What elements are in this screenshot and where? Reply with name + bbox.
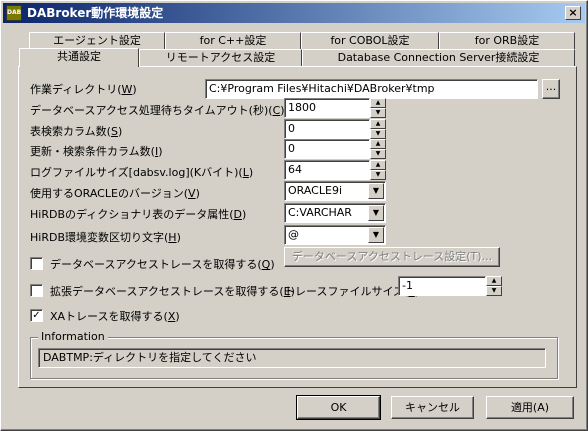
- app-icon: DAB: [6, 5, 22, 21]
- tab-cobol[interactable]: for COBOL設定: [301, 32, 439, 49]
- cancel-button[interactable]: キャンセル: [391, 396, 474, 419]
- trace-xa-label: XAトレースを取得する(X): [50, 310, 180, 323]
- spin-down-icon[interactable]: ▼: [370, 149, 386, 159]
- close-icon: ×: [568, 6, 578, 19]
- oracle-version-label: 使用するORACLEのバージョン(V): [30, 187, 200, 200]
- trace-xa-checkbox[interactable]: ✓: [30, 309, 43, 322]
- tab-common[interactable]: 共通設定: [19, 48, 139, 67]
- tab-remote-access[interactable]: リモートアクセス設定: [139, 49, 302, 66]
- tab-label: for ORB設定: [474, 34, 540, 47]
- tab-label: エージェント設定: [53, 34, 141, 47]
- table-cols-spinner[interactable]: ▲ ▼: [370, 119, 386, 139]
- apply-button[interactable]: 適用(A): [486, 396, 574, 419]
- check-icon: ✓: [32, 310, 41, 321]
- close-button[interactable]: ×: [565, 6, 581, 20]
- hirdb-attr-select[interactable]: C:VARCHAR ▼: [284, 203, 386, 223]
- logsize-label: ログファイルサイズ[dabsv.log](Kバイト)(L): [30, 166, 254, 179]
- logsize-spinner[interactable]: ▲ ▼: [370, 160, 386, 180]
- oracle-version-select[interactable]: ORACLE9i ▼: [284, 181, 386, 201]
- spin-up-icon[interactable]: ▲: [370, 98, 386, 108]
- hirdb-attr-label: HiRDBのディクショナリ表のデータ属性(D): [30, 208, 247, 221]
- select-value: ORACLE9i: [288, 184, 343, 197]
- trace-size-spinner[interactable]: ▲ ▼: [486, 276, 502, 296]
- workdir-input[interactable]: C:¥Program Files¥Hitachi¥DABroker¥tmp: [205, 79, 538, 99]
- spin-up-icon[interactable]: ▲: [370, 139, 386, 149]
- update-cols-input[interactable]: 0: [284, 139, 370, 159]
- spin-down-icon[interactable]: ▼: [370, 129, 386, 139]
- tab-label: 共通設定: [57, 50, 101, 63]
- table-cols-label: 表検索カラム数(S): [30, 125, 123, 138]
- tab-label: リモートアクセス設定: [165, 51, 276, 64]
- timeout-input[interactable]: 1800: [284, 98, 370, 118]
- chevron-down-icon[interactable]: ▼: [368, 227, 384, 243]
- workdir-label: 作業ディレクトリ(W): [30, 83, 137, 96]
- spin-down-icon[interactable]: ▼: [370, 170, 386, 180]
- tab-label: Database Connection Server接続設定: [337, 51, 540, 64]
- trace-ext-checkbox[interactable]: [30, 284, 43, 297]
- information-text: DABTMP:ディレクトリを指定してください: [38, 348, 546, 368]
- ok-button[interactable]: OK: [296, 395, 381, 420]
- trace-db-checkbox[interactable]: [30, 257, 43, 270]
- title-bar: DAB DABroker動作環境設定 ×: [3, 3, 585, 23]
- trace-ext-label: 拡張データベースアクセストレースを取得する(E): [50, 285, 295, 298]
- spin-up-icon[interactable]: ▲: [370, 160, 386, 170]
- spin-down-icon[interactable]: ▼: [370, 108, 386, 118]
- trace-settings-button[interactable]: データベースアクセストレース設定(T)...: [284, 247, 500, 267]
- select-value: @: [288, 228, 299, 241]
- timeout-spinner[interactable]: ▲ ▼: [370, 98, 386, 118]
- table-cols-input[interactable]: 0: [284, 119, 370, 139]
- spin-up-icon[interactable]: ▲: [370, 119, 386, 129]
- tab-dcs[interactable]: Database Connection Server接続設定: [302, 49, 575, 66]
- information-group-label: Information: [38, 330, 108, 343]
- logsize-input[interactable]: 64: [284, 160, 370, 180]
- tab-label: for COBOL設定: [330, 34, 410, 47]
- select-value: C:VARCHAR: [288, 206, 352, 219]
- browse-button[interactable]: ...: [542, 79, 560, 99]
- spin-up-icon[interactable]: ▲: [486, 276, 502, 286]
- tab-cpp[interactable]: for C++設定: [165, 32, 301, 49]
- window-title: DABroker動作環境設定: [27, 6, 164, 20]
- chevron-down-icon[interactable]: ▼: [368, 205, 384, 221]
- spin-down-icon[interactable]: ▼: [486, 286, 502, 296]
- timeout-label: データベースアクセス処理待ちタイムアウト(秒)(C): [30, 104, 285, 117]
- tab-label: for C++設定: [199, 34, 267, 47]
- tab-agent[interactable]: エージェント設定: [29, 32, 165, 49]
- hirdb-sep-select[interactable]: @ ▼: [284, 225, 386, 245]
- update-cols-spinner[interactable]: ▲ ▼: [370, 139, 386, 159]
- trace-db-label: データベースアクセストレースを取得する(Q): [50, 258, 275, 271]
- tab-orb[interactable]: for ORB設定: [439, 32, 575, 49]
- chevron-down-icon[interactable]: ▼: [368, 183, 384, 199]
- hirdb-sep-label: HiRDB環境変数区切り文字(H): [30, 231, 181, 244]
- update-cols-label: 更新・検索条件カラム数(I): [30, 145, 163, 158]
- trace-size-input[interactable]: -1: [398, 276, 486, 296]
